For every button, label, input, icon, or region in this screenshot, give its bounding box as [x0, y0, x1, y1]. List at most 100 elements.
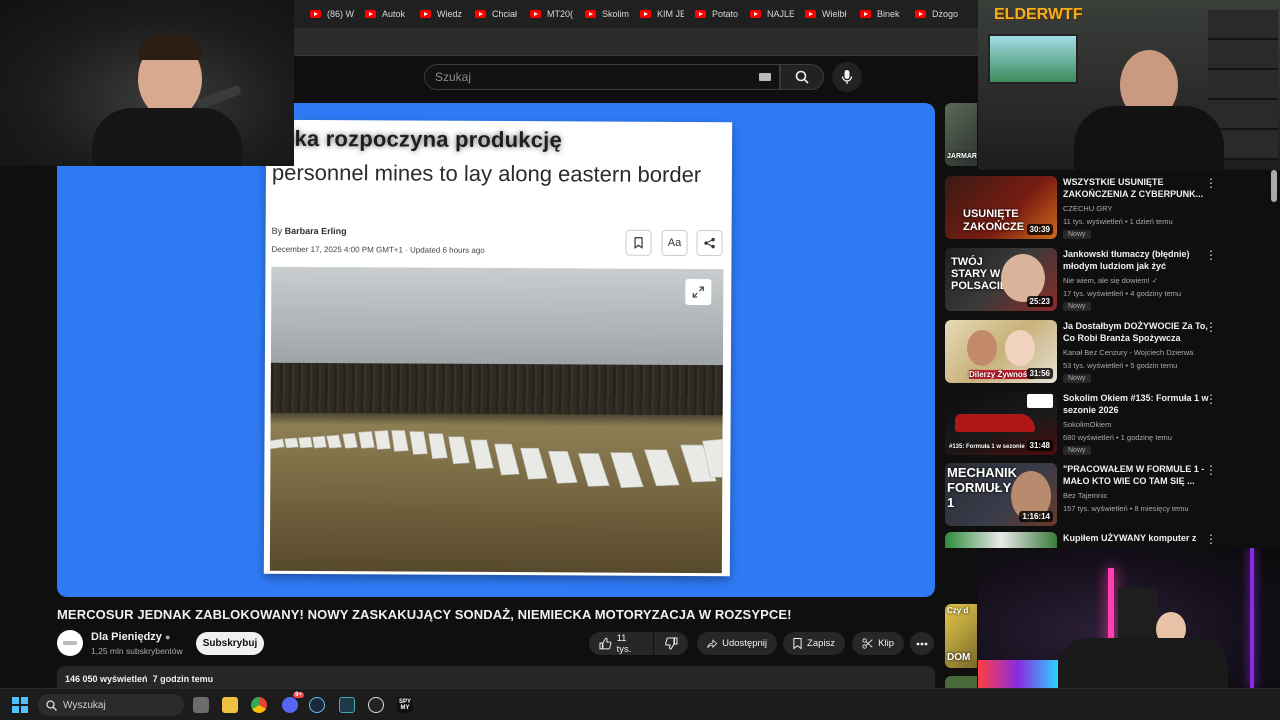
video-thumbnail[interactable]: TWÓJ STARY W POLSACIE 25:23 — [945, 248, 1057, 311]
browser-tab[interactable]: Chciał — [475, 6, 519, 22]
channel-name[interactable]: SokolimOkiem — [1063, 420, 1111, 429]
sidebar-scrollbar[interactable] — [1271, 170, 1277, 202]
dragon-teeth-barrier — [270, 430, 723, 488]
app-icon[interactable] — [339, 697, 355, 713]
more-actions-button[interactable] — [910, 632, 934, 655]
video-player[interactable]: olska rozpoczyna produkcję personnel min… — [57, 103, 935, 597]
more-icon[interactable]: ⋮ — [1205, 393, 1217, 405]
notification-badge: 9+ — [293, 692, 304, 698]
video-title[interactable]: Jankowski tłumaczy (błędnie) młodym ludz… — [1063, 248, 1213, 272]
browser-tab[interactable]: MT20( — [530, 6, 574, 22]
video-duration: 30:39 — [1026, 224, 1053, 235]
video-title[interactable]: WSZYSTKIE USUNIĘTE ZAKOŃCZENIA Z CYBERPU… — [1063, 176, 1213, 200]
youtube-icon — [475, 10, 486, 18]
subscriber-count: 1,25 mln subskrybentów — [91, 646, 183, 656]
shirt — [1058, 638, 1228, 688]
hair — [138, 34, 202, 60]
channel-name[interactable]: Bez Tajemnic — [1063, 491, 1107, 500]
share-button[interactable]: Udostępnij — [697, 632, 777, 655]
video-title[interactable]: Kupiłem UŻYWANY komputer z OLX — [1063, 532, 1213, 545]
youtube-icon — [695, 10, 706, 18]
taskbar-search[interactable]: Wyszukaj — [38, 694, 184, 716]
dislike-button[interactable] — [654, 632, 688, 655]
more-icon[interactable]: ⋮ — [1205, 249, 1217, 261]
article-share-button[interactable] — [696, 230, 723, 257]
browser-tab[interactable]: Wielbł — [805, 6, 849, 22]
microphone-icon — [195, 84, 243, 110]
recommended-video[interactable]: TWÓJ STARY W POLSACIE 25:23 Jankowski tł… — [945, 248, 1255, 314]
new-badge: Nowy — [1063, 302, 1091, 311]
recommended-thumbnail-partial[interactable]: JARMAR — [945, 103, 977, 166]
channel-name[interactable]: Nie wiem, ale się dowiem! ✓ — [1063, 276, 1158, 285]
more-icon[interactable]: ⋮ — [1205, 464, 1217, 476]
spy-app-icon[interactable]: SPY MY — [397, 697, 413, 713]
video-thumbnail[interactable]: #135: Formuła 1 w sezonie 31:48 — [945, 392, 1057, 455]
discord-icon[interactable]: 9+ — [282, 692, 304, 713]
description-box[interactable]: 146 050 wyświetleń 7 godzin temu — [57, 666, 935, 690]
obs-icon[interactable] — [368, 697, 384, 713]
more-icon[interactable]: ⋮ — [1205, 321, 1217, 333]
treeline — [270, 362, 723, 416]
video-thumbnail[interactable] — [945, 532, 1057, 548]
video-duration: 31:48 — [1026, 440, 1053, 451]
recommended-video[interactable]: Dilerzy Żywności 31:56 Ja Dostałbym DOŻY… — [945, 320, 1255, 386]
browser-tab[interactable]: Wiedz — [420, 6, 464, 22]
video-thumbnail[interactable]: MECHANIK FORMUŁY 1 1:16:14 — [945, 463, 1057, 526]
video-title[interactable]: "PRACOWAŁEM W FORMULE 1 - MAŁO KTO WIE C… — [1063, 463, 1213, 487]
shirt — [1074, 106, 1224, 170]
search-input[interactable]: Szukaj — [424, 64, 780, 90]
browser-tab[interactable]: Dżogo — [915, 6, 965, 22]
browser-tab[interactable]: Potato — [695, 6, 739, 22]
recommended-thumbnail-partial[interactable]: Czy d DOM — [945, 604, 977, 668]
more-icon — [916, 642, 928, 645]
channel-name[interactable]: Kanał Bez Cenzury - Wojciech Dzierwa — [1063, 348, 1193, 357]
recommended-video[interactable]: #135: Formuła 1 w sezonie 31:48 Sokolim … — [945, 392, 1255, 458]
video-meta: 17 tys. wyświetleń • 4 godziny temu — [1063, 289, 1182, 298]
youtube-icon — [310, 10, 321, 18]
expand-image-button[interactable] — [685, 278, 712, 306]
steam-icon[interactable] — [309, 697, 325, 713]
keyboard-icon[interactable] — [759, 73, 771, 81]
file-explorer-icon[interactable] — [222, 697, 238, 713]
clip-button[interactable]: Klip — [852, 632, 904, 655]
scissors-icon — [862, 638, 873, 649]
youtube-icon — [530, 10, 541, 18]
subscribe-button[interactable]: Subskrybuj — [196, 632, 264, 655]
more-icon[interactable]: ⋮ — [1205, 177, 1217, 189]
video-thumbnail[interactable]: Dilerzy Żywności 31:56 — [945, 320, 1057, 383]
recommended-video[interactable]: MECHANIK FORMUŁY 1 1:16:14 "PRACOWAŁEM W… — [945, 463, 1255, 529]
bookmark-button[interactable] — [625, 229, 652, 256]
save-button[interactable]: Zapisz — [783, 632, 845, 655]
recommended-thumbnail-partial[interactable] — [945, 676, 977, 688]
browser-tab[interactable]: Autok — [365, 6, 409, 22]
browser-tab[interactable]: (86) W — [310, 6, 354, 22]
thumbs-up-icon — [599, 637, 612, 650]
video-thumbnail[interactable]: USUNIĘTE ZAKOŃCZE 30:39 — [945, 176, 1057, 239]
more-icon[interactable]: ⋮ — [1205, 533, 1217, 545]
voice-search-button[interactable] — [832, 62, 862, 92]
video-meta: 11 tys. wyświetleń • 1 dzień temu — [1063, 217, 1173, 226]
youtube-icon — [585, 10, 596, 18]
recommended-video[interactable]: USUNIĘTE ZAKOŃCZE 30:39 WSZYSTKIE USUNIĘ… — [945, 176, 1255, 242]
race-car-thumbnail — [955, 414, 1035, 432]
channel-name[interactable]: CZECHU GRY — [1063, 204, 1112, 213]
text-size-button[interactable]: Aa — [661, 229, 688, 256]
video-title[interactable]: Sokolim Okiem #135: Formuła 1 w sezonie … — [1063, 392, 1213, 416]
browser-tab[interactable]: KIM JE — [640, 6, 684, 22]
task-view-icon[interactable] — [193, 697, 209, 713]
search-icon — [795, 70, 809, 84]
channel-avatar[interactable] — [57, 630, 83, 656]
chrome-icon[interactable] — [251, 697, 267, 713]
windows-start-icon[interactable] — [12, 697, 28, 713]
browser-tab[interactable]: Binek — [860, 6, 904, 22]
person-thumbnail — [1005, 330, 1035, 366]
browser-tab[interactable]: Skolim — [585, 6, 629, 22]
channel-logo-icon — [63, 641, 77, 645]
channel-name[interactable]: Dla Pieniędzy ● — [91, 631, 170, 643]
browser-tab[interactable]: NAJLE — [750, 6, 794, 22]
article-headline: personnel mines to lay along eastern bor… — [271, 159, 702, 188]
search-button[interactable] — [780, 64, 824, 90]
like-button[interactable]: 11 tys. — [589, 632, 653, 655]
video-title[interactable]: Ja Dostałbym DOŻYWOCIE Za To, Co Robi Br… — [1063, 320, 1213, 344]
video-duration: 31:56 — [1026, 368, 1053, 379]
